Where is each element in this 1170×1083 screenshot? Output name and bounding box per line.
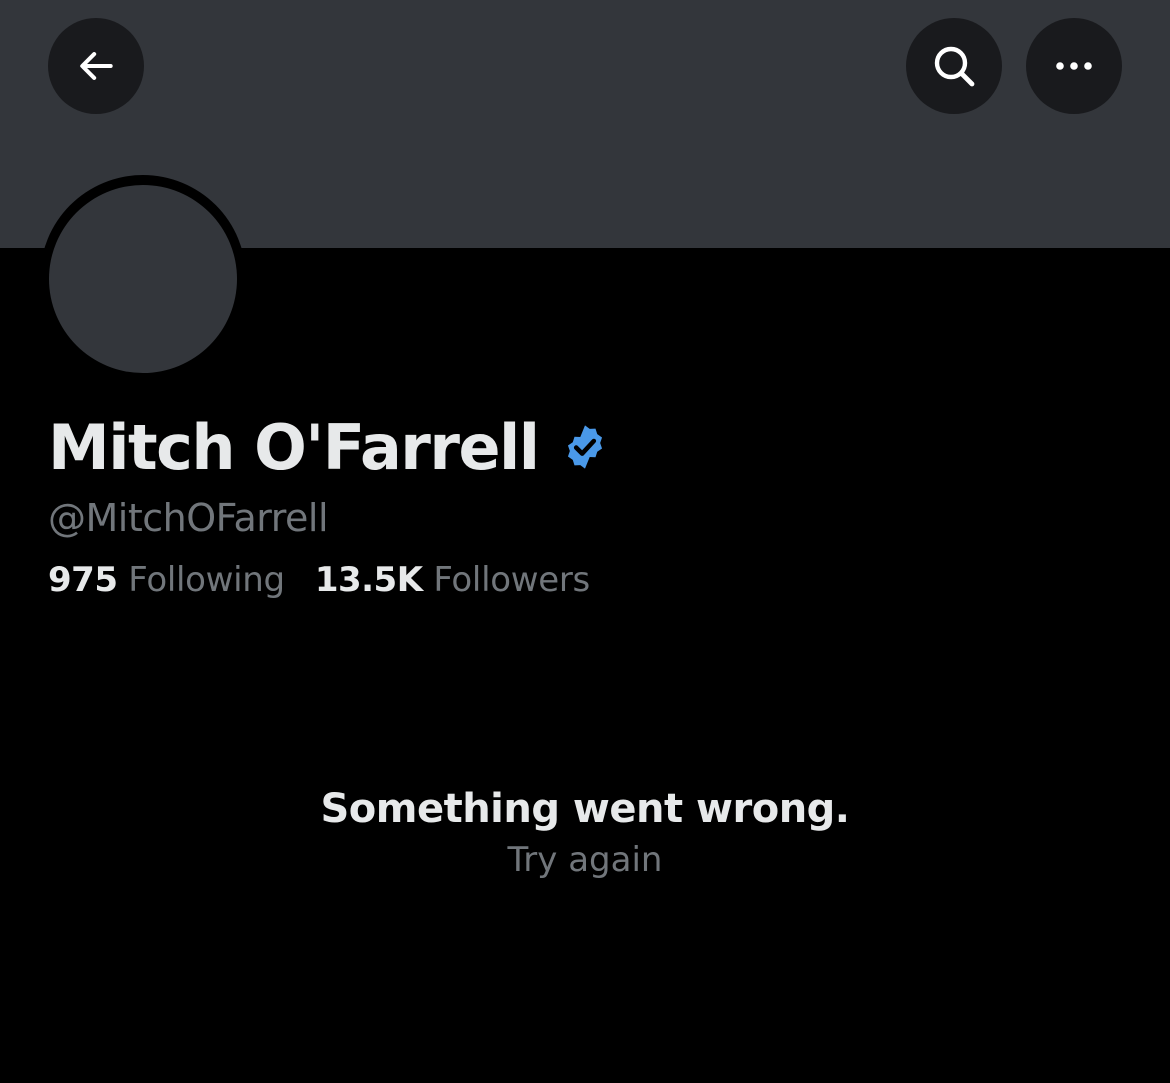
error-state: Something went wrong. Try again [0, 783, 1170, 885]
verified-badge-icon[interactable] [561, 423, 609, 471]
error-message: Something went wrong. [320, 786, 850, 832]
more-horizontal-icon [1056, 62, 1092, 70]
profile-handle: @MitchOFarrell [48, 496, 329, 540]
following-count: 975 [48, 560, 118, 600]
followers-count: 13.5K [314, 560, 423, 600]
avatar-frame[interactable] [40, 175, 246, 381]
avatar[interactable] [49, 185, 237, 373]
search-button[interactable] [906, 18, 1002, 114]
try-again-button[interactable]: Try again [508, 835, 663, 885]
followers-label: Followers [433, 560, 590, 600]
followers-stat[interactable]: 13.5K Followers [315, 560, 590, 600]
profile-stats: 975 Following 13.5K Followers [48, 560, 590, 600]
search-icon [934, 46, 975, 87]
profile-name-row: Mitch O'Farrell [48, 408, 609, 486]
following-stat[interactable]: 975 Following [48, 560, 285, 600]
arrow-left-icon [80, 52, 113, 80]
back-button[interactable] [48, 18, 144, 114]
more-options-button[interactable] [1026, 18, 1122, 114]
display-name: Mitch O'Farrell [48, 410, 540, 484]
following-label: Following [128, 560, 285, 600]
